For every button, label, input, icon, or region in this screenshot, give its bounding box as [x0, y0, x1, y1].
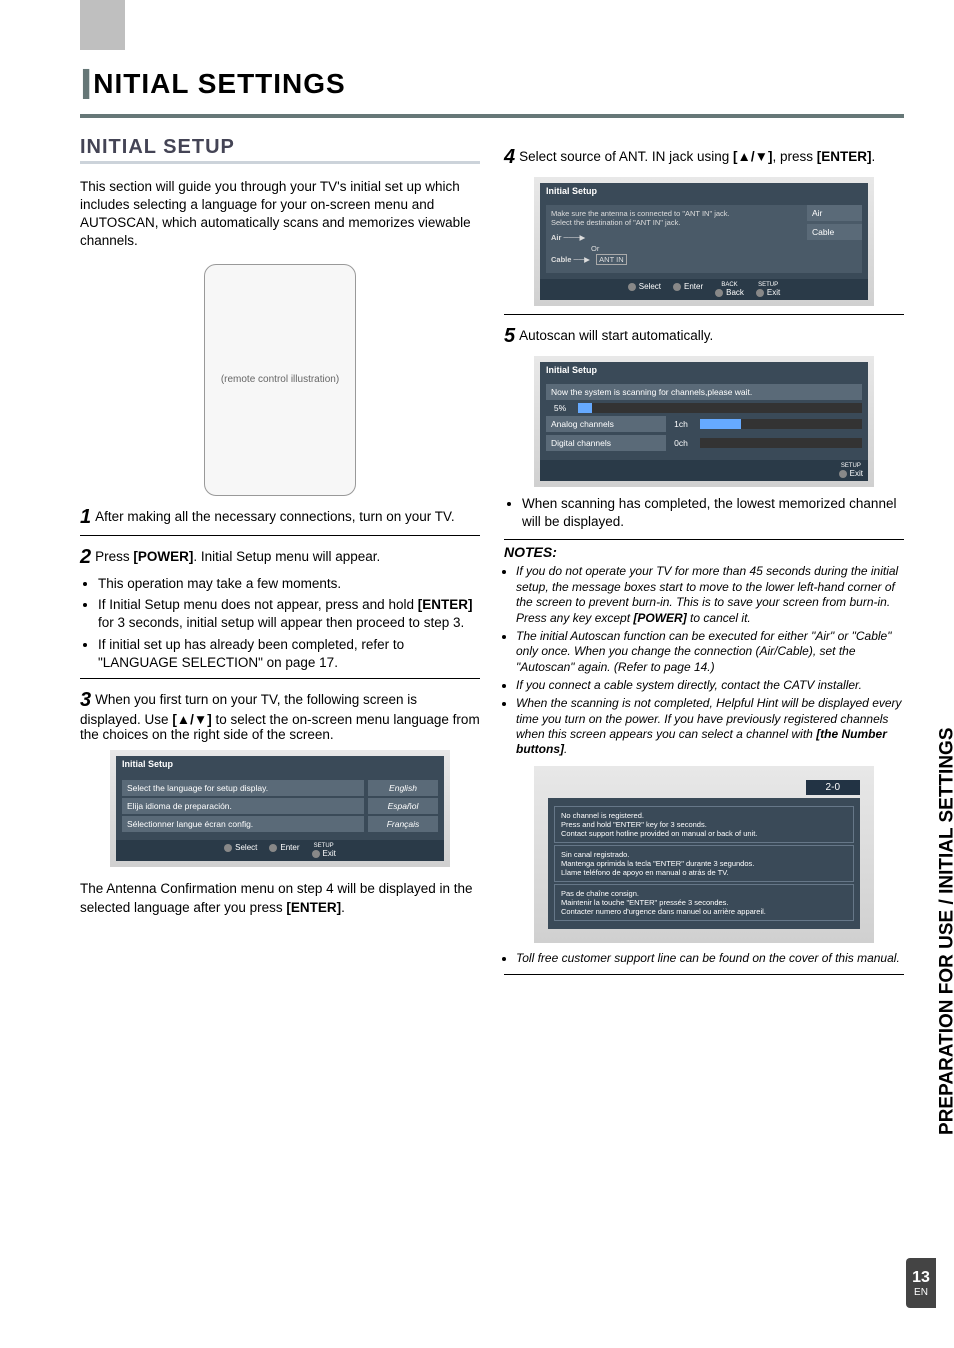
- notes-list: If you do not operate your TV for more t…: [516, 564, 904, 757]
- chapter-initial: I: [80, 60, 93, 109]
- osd-helpful-hint: 2-0 No channel is registered. Press and …: [534, 766, 874, 943]
- step-divider: [80, 535, 480, 536]
- chapter-rule: [80, 114, 904, 118]
- osd-title: Initial Setup: [540, 183, 868, 199]
- step-divider: [80, 678, 480, 679]
- step-5: 5Autoscan will start automatically.: [504, 325, 904, 348]
- notes-rule: [504, 539, 904, 540]
- step-4: 4Select source of ANT. IN jack using [▲/…: [504, 146, 904, 169]
- step-2-bullets: This operation may take a few moments. I…: [98, 575, 480, 672]
- chapter-title: INITIAL SETTINGS: [80, 60, 904, 110]
- step-2: 2Press [POWER]. Initial Setup menu will …: [80, 546, 480, 569]
- osd-autoscan: Initial Setup Now the system is scanning…: [534, 356, 874, 487]
- osd-language-select: Initial Setup Select the language for se…: [110, 750, 450, 867]
- side-tab-label: PREPARATION FOR USE / INITIAL SETTINGS: [936, 727, 954, 1134]
- step-3-after: The Antenna Confirmation menu on step 4 …: [80, 880, 480, 916]
- osd-antenna-confirm: Initial Setup Air Cable Make sure the an…: [534, 177, 874, 306]
- channel-badge: 2-0: [806, 780, 860, 795]
- step-3: 3When you first turn on your TV, the fol…: [80, 689, 480, 742]
- remote-illustration: (remote control illustration): [204, 264, 356, 496]
- page-number-tab: 13 EN: [906, 1258, 936, 1308]
- toll-free-note: Toll free customer support line can be f…: [516, 951, 904, 966]
- header-stub: [80, 0, 125, 50]
- intro-text: This section will guide you through your…: [80, 178, 480, 251]
- step-divider: [504, 314, 904, 315]
- step-1: 1After making all the necessary connecti…: [80, 506, 480, 529]
- osd-title: Initial Setup: [540, 362, 868, 378]
- notes-rule-end: [504, 974, 904, 975]
- step-5-bullet: When scanning has completed, the lowest …: [522, 495, 904, 531]
- notes-title: NOTES:: [504, 544, 904, 560]
- section-title: INITIAL SETUP: [80, 136, 480, 159]
- osd-title: Initial Setup: [116, 756, 444, 772]
